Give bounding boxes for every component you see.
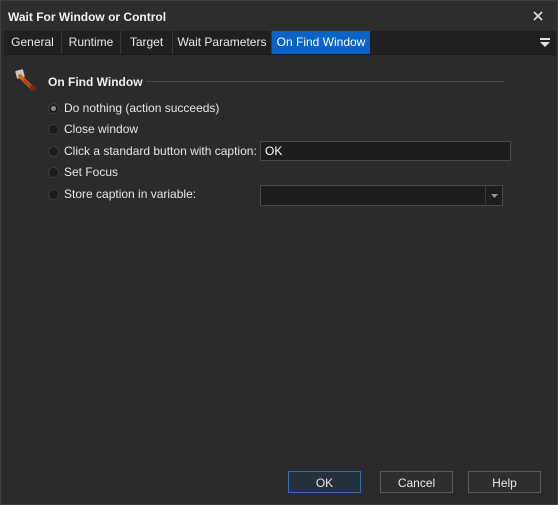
- tab-target[interactable]: Target: [121, 31, 173, 54]
- option-label: Click a standard button with caption:: [64, 144, 257, 158]
- tab-general[interactable]: General: [4, 31, 62, 54]
- option-label: Store caption in variable:: [64, 187, 197, 201]
- option-close-window[interactable]: Close window: [48, 120, 138, 138]
- option-label: Close window: [64, 122, 139, 136]
- close-icon: [533, 11, 543, 21]
- radio-store-caption[interactable]: [48, 188, 59, 200]
- option-click-button[interactable]: Click a standard button with caption:: [48, 142, 257, 160]
- tab-content: On Find Window Do nothing (action succee…: [4, 55, 556, 465]
- help-button[interactable]: Help: [468, 471, 541, 493]
- window-title: Wait For Window or Control: [8, 10, 167, 24]
- title-bar: Wait For Window or Control: [1, 1, 557, 31]
- chevron-down-icon: [490, 193, 498, 198]
- action-tool-icon: [15, 69, 36, 91]
- radio-do-nothing[interactable]: [48, 102, 59, 114]
- option-do-nothing[interactable]: Do nothing (action succeeds): [48, 99, 219, 117]
- tab-menu-button[interactable]: [536, 31, 554, 54]
- option-set-focus[interactable]: Set Focus: [48, 163, 118, 181]
- option-label: Do nothing (action succeeds): [64, 101, 220, 115]
- variable-select[interactable]: [260, 185, 503, 206]
- tab-runtime[interactable]: Runtime: [62, 31, 121, 54]
- tab-bar: General Runtime Target Wait Parameters O…: [4, 31, 556, 55]
- radio-close-window[interactable]: [48, 123, 59, 135]
- radio-click-button[interactable]: [48, 145, 59, 157]
- tab-on-find-window[interactable]: On Find Window: [272, 31, 370, 54]
- dialog-window: Wait For Window or Control General Runti…: [0, 0, 558, 505]
- option-label: Set Focus: [64, 165, 119, 179]
- variable-select-dropdown[interactable]: [485, 186, 502, 205]
- close-button[interactable]: [525, 4, 551, 28]
- cancel-button[interactable]: Cancel: [380, 471, 453, 493]
- button-caption-input[interactable]: [260, 141, 511, 161]
- tab-wait-parameters[interactable]: Wait Parameters: [173, 31, 272, 54]
- ok-button[interactable]: OK: [288, 471, 361, 493]
- menu-icon: [540, 38, 550, 47]
- section-divider: [146, 81, 504, 82]
- section-title: On Find Window: [48, 75, 143, 89]
- radio-set-focus[interactable]: [48, 166, 59, 178]
- option-store-caption[interactable]: Store caption in variable:: [48, 185, 196, 203]
